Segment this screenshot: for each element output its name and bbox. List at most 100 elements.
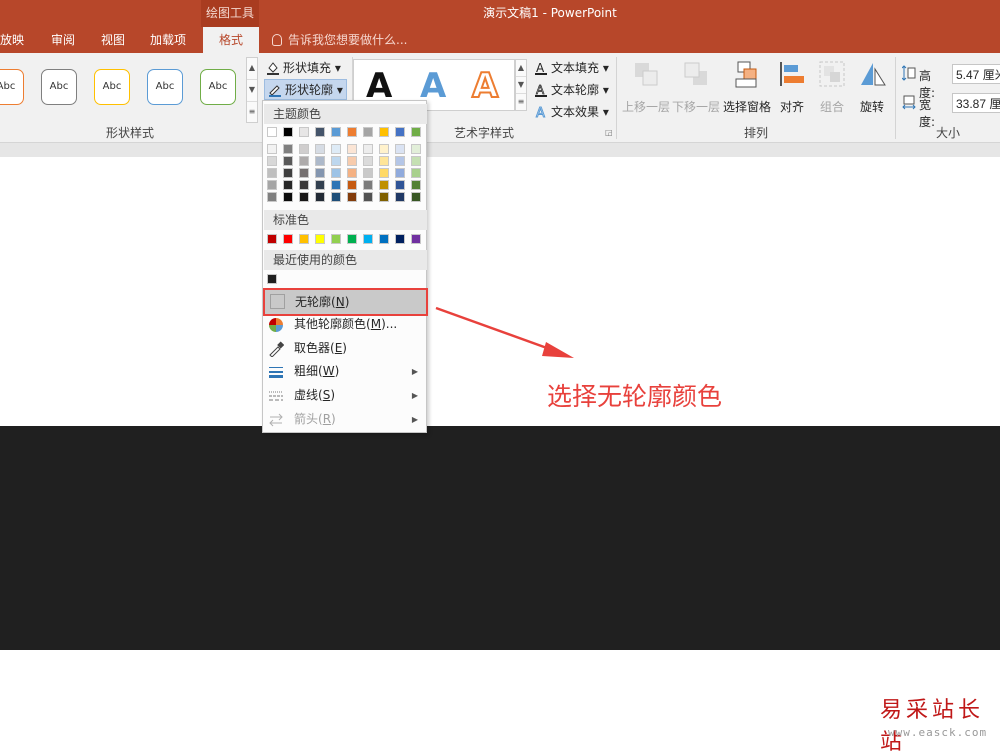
theme-shade-swatch[interactable]	[283, 192, 293, 202]
theme-shade-swatch[interactable]	[411, 180, 421, 190]
theme-shade-swatch[interactable]	[395, 168, 405, 178]
text-effect-button[interactable]: A 文本效果 ▾	[534, 103, 609, 120]
standard-color-swatch[interactable]	[347, 234, 357, 244]
theme-shade-swatch[interactable]	[379, 168, 389, 178]
theme-shade-swatch[interactable]	[267, 144, 277, 154]
theme-shade-swatch[interactable]	[299, 180, 309, 190]
theme-shade-swatch[interactable]	[363, 168, 373, 178]
theme-shade-swatch[interactable]	[267, 192, 277, 202]
theme-shade-swatch[interactable]	[347, 144, 357, 154]
theme-shade-swatch[interactable]	[267, 168, 277, 178]
theme-shade-swatch[interactable]	[315, 144, 325, 154]
shape-style-sample-3[interactable]: Abc	[94, 69, 130, 105]
tab-format[interactable]: 格式	[203, 27, 259, 53]
recent-color-swatch[interactable]	[267, 274, 277, 284]
tab-review[interactable]: 审阅	[51, 27, 75, 53]
shape-style-sample-4[interactable]: Abc	[147, 69, 183, 105]
text-fill-button[interactable]: A 文本填充 ▾	[534, 59, 609, 76]
selected-shape[interactable]	[0, 426, 1000, 650]
tell-me-box[interactable]: 告诉我您想要做什么...	[272, 27, 407, 53]
gallery-down-icon[interactable]: ▼	[247, 80, 257, 102]
wordart-gallery-scroll[interactable]: ▲ ▼ ≡	[515, 59, 527, 111]
theme-shade-swatch[interactable]	[283, 180, 293, 190]
theme-color-swatch[interactable]	[283, 127, 293, 137]
theme-shade-swatch[interactable]	[283, 168, 293, 178]
standard-color-swatch[interactable]	[363, 234, 373, 244]
shape-style-sample-1[interactable]: Abc	[0, 69, 24, 105]
theme-color-swatch[interactable]	[315, 127, 325, 137]
shape-style-gallery-scroll[interactable]: ▲ ▼ ≡	[246, 57, 258, 123]
shape-style-sample-5[interactable]: Abc	[200, 69, 236, 105]
eyedropper-item[interactable]: 取色器(E)	[264, 337, 426, 360]
theme-color-swatch[interactable]	[395, 127, 405, 137]
wordart-sample-orange[interactable]: A	[471, 65, 499, 107]
dialog-launcher-icon[interactable]: ◲	[605, 128, 613, 137]
theme-shade-swatch[interactable]	[411, 156, 421, 166]
standard-color-swatch[interactable]	[299, 234, 309, 244]
standard-color-swatch[interactable]	[283, 234, 293, 244]
theme-shade-swatch[interactable]	[363, 144, 373, 154]
width-input[interactable]	[952, 93, 1000, 113]
theme-color-swatch[interactable]	[379, 127, 389, 137]
bring-forward-button[interactable]: 上移一层	[622, 59, 670, 115]
rotate-button[interactable]: 旋转	[854, 59, 890, 115]
theme-color-swatch[interactable]	[411, 127, 421, 137]
theme-shade-swatch[interactable]	[347, 168, 357, 178]
theme-shade-swatch[interactable]	[299, 156, 309, 166]
theme-shade-swatch[interactable]	[347, 180, 357, 190]
align-button[interactable]: 对齐	[774, 59, 810, 115]
theme-shade-swatch[interactable]	[395, 156, 405, 166]
theme-shade-swatch[interactable]	[315, 168, 325, 178]
theme-shade-swatch[interactable]	[267, 156, 277, 166]
theme-color-swatch[interactable]	[363, 127, 373, 137]
standard-color-swatch[interactable]	[315, 234, 325, 244]
theme-shade-swatch[interactable]	[331, 168, 341, 178]
tab-slideshow[interactable]: 放映	[0, 27, 24, 53]
theme-shade-swatch[interactable]	[411, 192, 421, 202]
weight-item[interactable]: 粗细(W) ▶	[264, 360, 426, 383]
theme-shade-swatch[interactable]	[395, 180, 405, 190]
theme-shade-swatch[interactable]	[299, 192, 309, 202]
shape-fill-button[interactable]: 形状填充 ▾	[266, 59, 341, 76]
text-outline-button[interactable]: A 文本轮廓 ▾	[534, 81, 609, 98]
height-input[interactable]	[952, 64, 1000, 84]
theme-color-swatch[interactable]	[299, 127, 309, 137]
standard-color-swatch[interactable]	[395, 234, 405, 244]
theme-shade-swatch[interactable]	[315, 192, 325, 202]
tab-addins[interactable]: 加载项	[150, 27, 186, 53]
gallery-up-icon[interactable]: ▲	[247, 58, 257, 80]
standard-color-swatch[interactable]	[379, 234, 389, 244]
theme-shade-swatch[interactable]	[363, 192, 373, 202]
theme-shade-swatch[interactable]	[379, 144, 389, 154]
wordart-up-icon[interactable]: ▲	[516, 60, 526, 77]
theme-shade-swatch[interactable]	[331, 144, 341, 154]
theme-shade-swatch[interactable]	[331, 156, 341, 166]
wordart-more-icon[interactable]: ≡	[516, 94, 526, 111]
theme-shade-swatch[interactable]	[411, 144, 421, 154]
theme-color-swatch[interactable]	[267, 127, 277, 137]
arrows-item[interactable]: 箭头(R) ▶	[264, 408, 426, 431]
theme-shade-swatch[interactable]	[299, 144, 309, 154]
selection-pane-button[interactable]: 选择窗格	[722, 59, 772, 115]
theme-shade-swatch[interactable]	[395, 144, 405, 154]
standard-color-swatch[interactable]	[411, 234, 421, 244]
standard-color-swatch[interactable]	[267, 234, 277, 244]
theme-shade-swatch[interactable]	[363, 180, 373, 190]
theme-shade-swatch[interactable]	[363, 156, 373, 166]
shape-outline-button[interactable]: 形状轮廓 ▾	[264, 79, 347, 100]
theme-shade-swatch[interactable]	[299, 168, 309, 178]
theme-shade-swatch[interactable]	[331, 180, 341, 190]
theme-shade-swatch[interactable]	[315, 180, 325, 190]
group-button[interactable]: 组合	[814, 59, 850, 115]
theme-shade-swatch[interactable]	[395, 192, 405, 202]
theme-shade-swatch[interactable]	[379, 180, 389, 190]
gallery-more-icon[interactable]: ≡	[247, 102, 257, 124]
theme-shade-swatch[interactable]	[283, 156, 293, 166]
wordart-down-icon[interactable]: ▼	[516, 77, 526, 94]
theme-color-swatch[interactable]	[331, 127, 341, 137]
theme-shade-swatch[interactable]	[315, 156, 325, 166]
theme-shade-swatch[interactable]	[411, 168, 421, 178]
theme-shade-swatch[interactable]	[347, 156, 357, 166]
no-outline-item[interactable]: 无轮廓(N)	[263, 288, 428, 316]
standard-color-swatch[interactable]	[331, 234, 341, 244]
